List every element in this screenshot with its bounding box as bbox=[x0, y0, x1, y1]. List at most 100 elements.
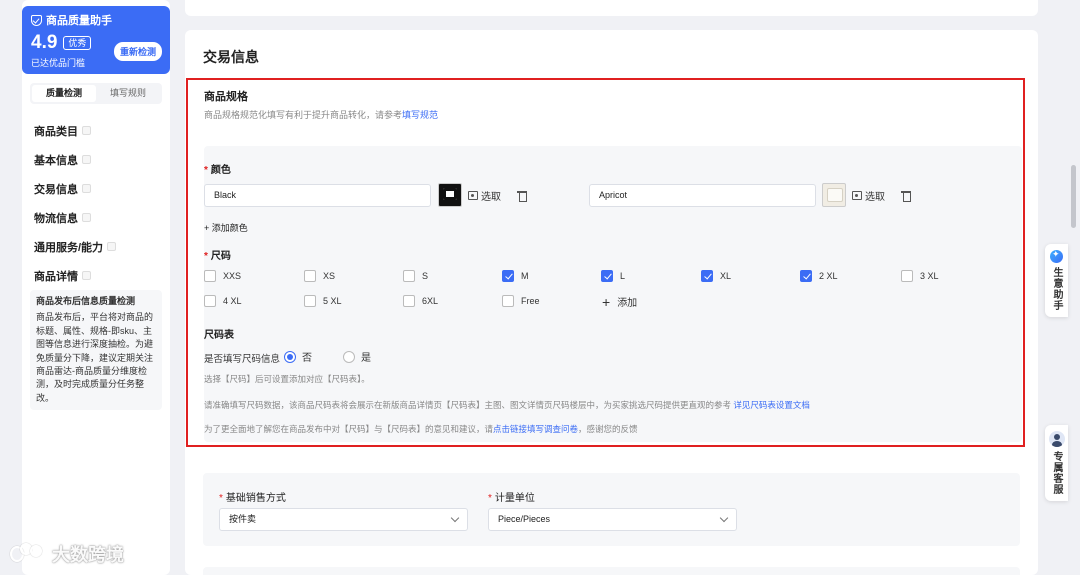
checkbox-checked-icon bbox=[502, 270, 514, 282]
pick-label: 选取 bbox=[865, 192, 885, 203]
checkbox-icon bbox=[204, 270, 216, 282]
size-option-label: 4 XL bbox=[223, 296, 242, 306]
checkbox-icon bbox=[502, 295, 514, 307]
size-option-label: XS bbox=[323, 271, 336, 281]
size-label-text: 尺码 bbox=[210, 251, 231, 262]
nav-item-basic-info[interactable]: 基本信息 bbox=[34, 145, 160, 174]
spec-title: 商品规格 bbox=[204, 91, 248, 103]
checkbox-checked-icon bbox=[701, 270, 713, 282]
nav-item-trade-info[interactable]: 交易信息 bbox=[34, 174, 160, 203]
checkbox-checked-icon bbox=[601, 270, 613, 282]
size-option-label: 2 XL bbox=[819, 271, 838, 281]
size-checkbox-xl[interactable]: XL bbox=[701, 270, 731, 282]
section-nav: 商品类目 基本信息 交易信息 物流信息 通用服务/能力 商品详情 bbox=[34, 116, 160, 290]
size-option-label: 3 XL bbox=[920, 271, 939, 281]
unit-select[interactable]: Piece/Pieces bbox=[488, 508, 737, 531]
required-mark: * bbox=[219, 493, 223, 504]
size-option-label: 6XL bbox=[422, 296, 439, 306]
agent-avatar-icon bbox=[1048, 431, 1065, 447]
size-checkbox-l[interactable]: L bbox=[601, 270, 625, 282]
checkbox-icon bbox=[304, 270, 316, 282]
business-assistant-label: 生意助手 bbox=[1051, 267, 1062, 311]
color-input-black[interactable]: Black bbox=[204, 184, 431, 207]
color-input-apricot[interactable]: Apricot bbox=[589, 184, 816, 207]
size-option-label: M bbox=[521, 271, 529, 281]
color-label: * 颜色 bbox=[204, 161, 231, 176]
unit-label-text: 计量单位 bbox=[494, 493, 535, 504]
checkbox-icon bbox=[204, 295, 216, 307]
delete-color-icon[interactable] bbox=[517, 190, 527, 202]
delete-color-icon[interactable] bbox=[901, 190, 911, 202]
nav-item-label: 商品类目 bbox=[34, 125, 78, 138]
tab-fill-rules[interactable]: 填写规则 bbox=[96, 85, 160, 102]
previous-section-card bbox=[185, 0, 1038, 16]
status-checkbox-icon bbox=[82, 271, 91, 280]
required-mark: * bbox=[488, 493, 492, 504]
add-color-link[interactable]: + 添加颜色 bbox=[204, 221, 248, 234]
shield-check-icon bbox=[31, 14, 42, 26]
spec-description: 商品规格规范化填写有利于提升商品转化，请参考填写规范 bbox=[204, 108, 438, 121]
quality-score: 4.9 bbox=[31, 32, 58, 53]
pick-image-button[interactable]: 选取 bbox=[852, 188, 885, 203]
unit-label: * 计量单位 bbox=[488, 489, 535, 504]
radio-icon bbox=[343, 350, 355, 363]
customer-service-button[interactable]: 专属客服 bbox=[1045, 425, 1068, 501]
image-icon bbox=[852, 191, 862, 200]
pick-label: 选取 bbox=[481, 192, 501, 203]
size-checkbox-3xl[interactable]: 3 XL bbox=[901, 270, 939, 282]
survey-link[interactable]: 点击链接填写调查问卷 bbox=[493, 424, 578, 434]
size-option-label: XXS bbox=[223, 271, 242, 281]
nav-item-label: 交易信息 bbox=[34, 183, 78, 196]
nav-item-label: 物流信息 bbox=[34, 212, 78, 225]
size-checkbox-2xl[interactable]: 2 XL bbox=[800, 270, 838, 282]
tab-quality-check[interactable]: 质量检测 bbox=[32, 85, 96, 102]
recheck-button[interactable]: 重新检测 bbox=[113, 42, 162, 61]
pick-image-button[interactable]: 选取 bbox=[468, 188, 501, 203]
info-title: 商品发布后信息质量检测 bbox=[36, 296, 136, 306]
size-checkbox-m[interactable]: M bbox=[502, 270, 529, 282]
assistant-header: 商品质量助手 bbox=[31, 12, 161, 28]
watermark-text: 大数跨境 bbox=[52, 545, 124, 565]
size-checkbox-s[interactable]: S bbox=[403, 270, 428, 282]
plus-icon: + bbox=[602, 293, 611, 310]
size-checkbox-free[interactable]: Free bbox=[502, 295, 540, 307]
size-label: * 尺码 bbox=[204, 247, 231, 262]
sales-method-select[interactable]: 按件卖 bbox=[219, 508, 468, 531]
nav-item-label: 通用服务/能力 bbox=[34, 241, 104, 254]
add-size-button[interactable]: + 添加 bbox=[602, 293, 637, 310]
nav-item-services[interactable]: 通用服务/能力 bbox=[34, 232, 160, 261]
radio-label: 否 bbox=[302, 353, 312, 364]
size-table-doc-link[interactable]: 详见尺码表设置文档 bbox=[733, 400, 810, 410]
nav-item-category[interactable]: 商品类目 bbox=[34, 116, 160, 145]
checkbox-icon bbox=[901, 270, 913, 282]
nav-item-label: 基本信息 bbox=[34, 154, 78, 167]
chevron-down-icon bbox=[450, 513, 460, 523]
size-checkbox-4xl[interactable]: 4 XL bbox=[204, 295, 242, 307]
customer-service-label: 专属客服 bbox=[1051, 451, 1062, 495]
size-checkbox-5xl[interactable]: 5 XL bbox=[304, 295, 342, 307]
nav-item-logistics[interactable]: 物流信息 bbox=[34, 203, 160, 232]
spec-guide-link[interactable]: 填写规范 bbox=[402, 110, 438, 120]
color-swatch-black[interactable] bbox=[438, 183, 462, 207]
size-checkbox-6xl[interactable]: 6XL bbox=[403, 295, 438, 307]
scrollbar-thumb[interactable] bbox=[1071, 165, 1076, 228]
size-data-note: 请准确填写尺码数据，该商品尺码表将会展示在新版商品详情页【尺码表】主图、图文详情… bbox=[204, 399, 810, 411]
radio-yes[interactable]: 是 bbox=[343, 349, 371, 364]
sales-method-panel: * 基础销售方式 按件卖 * 计量单位 Piece/Pieces bbox=[203, 473, 1020, 546]
size-checkbox-xs[interactable]: XS bbox=[304, 270, 335, 282]
nav-item-details[interactable]: 商品详情 bbox=[34, 261, 160, 290]
size-option-label: Free bbox=[521, 296, 540, 306]
radio-selected-icon bbox=[284, 350, 296, 363]
color-swatch-apricot[interactable] bbox=[822, 183, 846, 207]
business-assistant-button[interactable]: 生意助手 bbox=[1045, 244, 1068, 317]
size-option-label: XL bbox=[720, 271, 732, 281]
size-checkbox-xxs[interactable]: XXS bbox=[204, 270, 241, 282]
image-icon bbox=[468, 191, 478, 200]
status-checkbox-icon bbox=[82, 155, 91, 164]
page-scrollbar[interactable] bbox=[1069, 0, 1078, 575]
rating-badge: 优秀 bbox=[63, 36, 92, 50]
watermark-logo-icon bbox=[10, 543, 46, 565]
quality-info-box: 商品发布后信息质量检测 商品发布后，平台将对商品的标题、属性、规格-即sku、主… bbox=[30, 290, 162, 411]
radio-no[interactable]: 否 bbox=[284, 349, 312, 364]
sales-method-label-text: 基础销售方式 bbox=[225, 493, 286, 504]
